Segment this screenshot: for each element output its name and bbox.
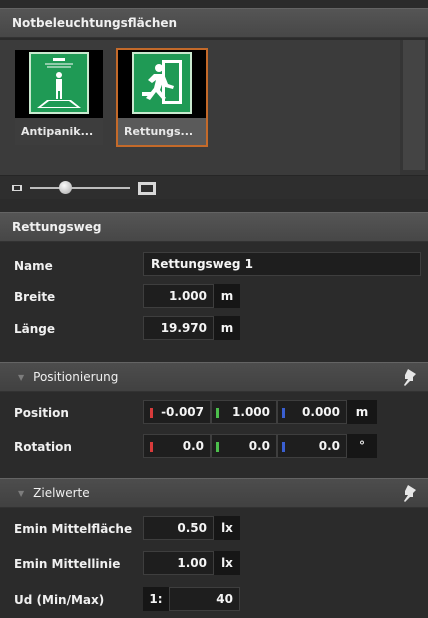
rotation-unit: ° xyxy=(347,434,377,458)
breite-input[interactable]: 1.000 xyxy=(143,284,214,308)
name-input[interactable]: Rettungsweg 1 xyxy=(143,252,421,276)
pin-icon[interactable] xyxy=(402,369,416,387)
positionierung-title: Positionierung xyxy=(33,370,119,384)
rotation-x-input[interactable]: 0.0 xyxy=(143,434,211,458)
ud-input[interactable]: 40 xyxy=(169,587,240,611)
ud-value: 40 xyxy=(216,592,233,606)
rotation-z-input[interactable]: 0.0 xyxy=(277,434,347,458)
x-axis-marker xyxy=(150,408,153,418)
thumbnail-zoom-bar xyxy=(0,175,428,199)
emin-mittelflaeche-label: Emin Mittelfläche xyxy=(14,522,133,536)
position-unit: m xyxy=(347,400,377,424)
collapse-triangle-icon[interactable]: ▼ xyxy=(18,373,24,382)
emin-mittelflaeche-value: 0.50 xyxy=(177,521,207,535)
zoom-slider-track[interactable] xyxy=(30,187,130,189)
position-x-value: -0.007 xyxy=(161,405,204,419)
large-thumbnail-icon[interactable] xyxy=(138,182,156,195)
emin-mittelflaeche-input[interactable]: 0.50 xyxy=(143,516,214,540)
z-axis-marker xyxy=(282,408,285,418)
laenge-unit: m xyxy=(214,316,240,340)
position-x-input[interactable]: -0.007 xyxy=(143,400,211,424)
position-y-input[interactable]: 1.000 xyxy=(211,400,277,424)
breite-unit: m xyxy=(214,284,240,308)
emergency-exit-sign-icon xyxy=(132,52,192,114)
emin-mittelflaeche-unit: lx xyxy=(214,516,240,540)
rotation-x-value: 0.0 xyxy=(182,439,204,453)
rotation-y-input[interactable]: 0.0 xyxy=(211,434,277,458)
rotation-label: Rotation xyxy=(14,440,72,454)
breite-label: Breite xyxy=(14,290,56,304)
position-z-value: 0.000 xyxy=(302,405,340,419)
emin-mittellinie-label: Emin Mittellinie xyxy=(14,557,121,571)
emin-mittellinie-unit: lx xyxy=(214,551,240,575)
ud-label: Ud (Min/Max) xyxy=(14,593,105,607)
z-axis-marker xyxy=(282,442,285,452)
zielwerte-header[interactable]: ▼ Zielwerte xyxy=(0,478,428,508)
zielwerte-title: Zielwerte xyxy=(33,486,90,500)
positionierung-header[interactable]: ▼ Positionierung xyxy=(0,362,428,392)
ud-prefix: 1: xyxy=(143,587,169,611)
emin-mittellinie-value: 1.00 xyxy=(177,556,207,570)
name-label: Name xyxy=(14,259,53,273)
thumbnail-scrollbar-thumb[interactable] xyxy=(403,40,425,170)
rettungsweg-header[interactable]: Rettungsweg xyxy=(0,212,428,242)
zoom-slider-handle[interactable] xyxy=(59,181,72,194)
rettungsweg-title: Rettungsweg xyxy=(12,220,102,234)
laenge-input[interactable]: 19.970 xyxy=(143,316,214,340)
position-label: Position xyxy=(14,406,69,420)
position-y-value: 1.000 xyxy=(232,405,270,419)
laenge-label: Länge xyxy=(14,322,56,336)
notbeleuchtung-header[interactable]: Notbeleuchtungsflächen xyxy=(0,8,428,38)
antipanic-sign-icon xyxy=(29,52,89,114)
rotation-y-value: 0.0 xyxy=(248,439,270,453)
thumbnail-antipanik[interactable]: Antipanik... xyxy=(15,50,103,145)
thumbnail-label: Rettungs... xyxy=(118,118,206,145)
name-value: Rettungsweg 1 xyxy=(151,257,254,271)
rotation-z-value: 0.0 xyxy=(318,439,340,453)
thumbnail-image xyxy=(15,50,103,118)
y-axis-marker xyxy=(216,408,219,418)
pin-icon[interactable] xyxy=(402,485,416,503)
thumbnail-label: Antipanik... xyxy=(15,118,103,145)
breite-value: 1.000 xyxy=(169,289,207,303)
laenge-value: 19.970 xyxy=(160,321,207,335)
collapse-triangle-icon[interactable]: ▼ xyxy=(18,489,24,498)
emin-mittellinie-input[interactable]: 1.00 xyxy=(143,551,214,575)
x-axis-marker xyxy=(150,442,153,452)
small-thumbnail-icon[interactable] xyxy=(12,185,22,191)
thumbnail-rettungsweg[interactable]: Rettungs... xyxy=(116,48,208,147)
notbeleuchtung-title: Notbeleuchtungsflächen xyxy=(12,16,178,30)
thumbnail-image xyxy=(118,50,206,118)
position-z-input[interactable]: 0.000 xyxy=(277,400,347,424)
y-axis-marker xyxy=(216,442,219,452)
